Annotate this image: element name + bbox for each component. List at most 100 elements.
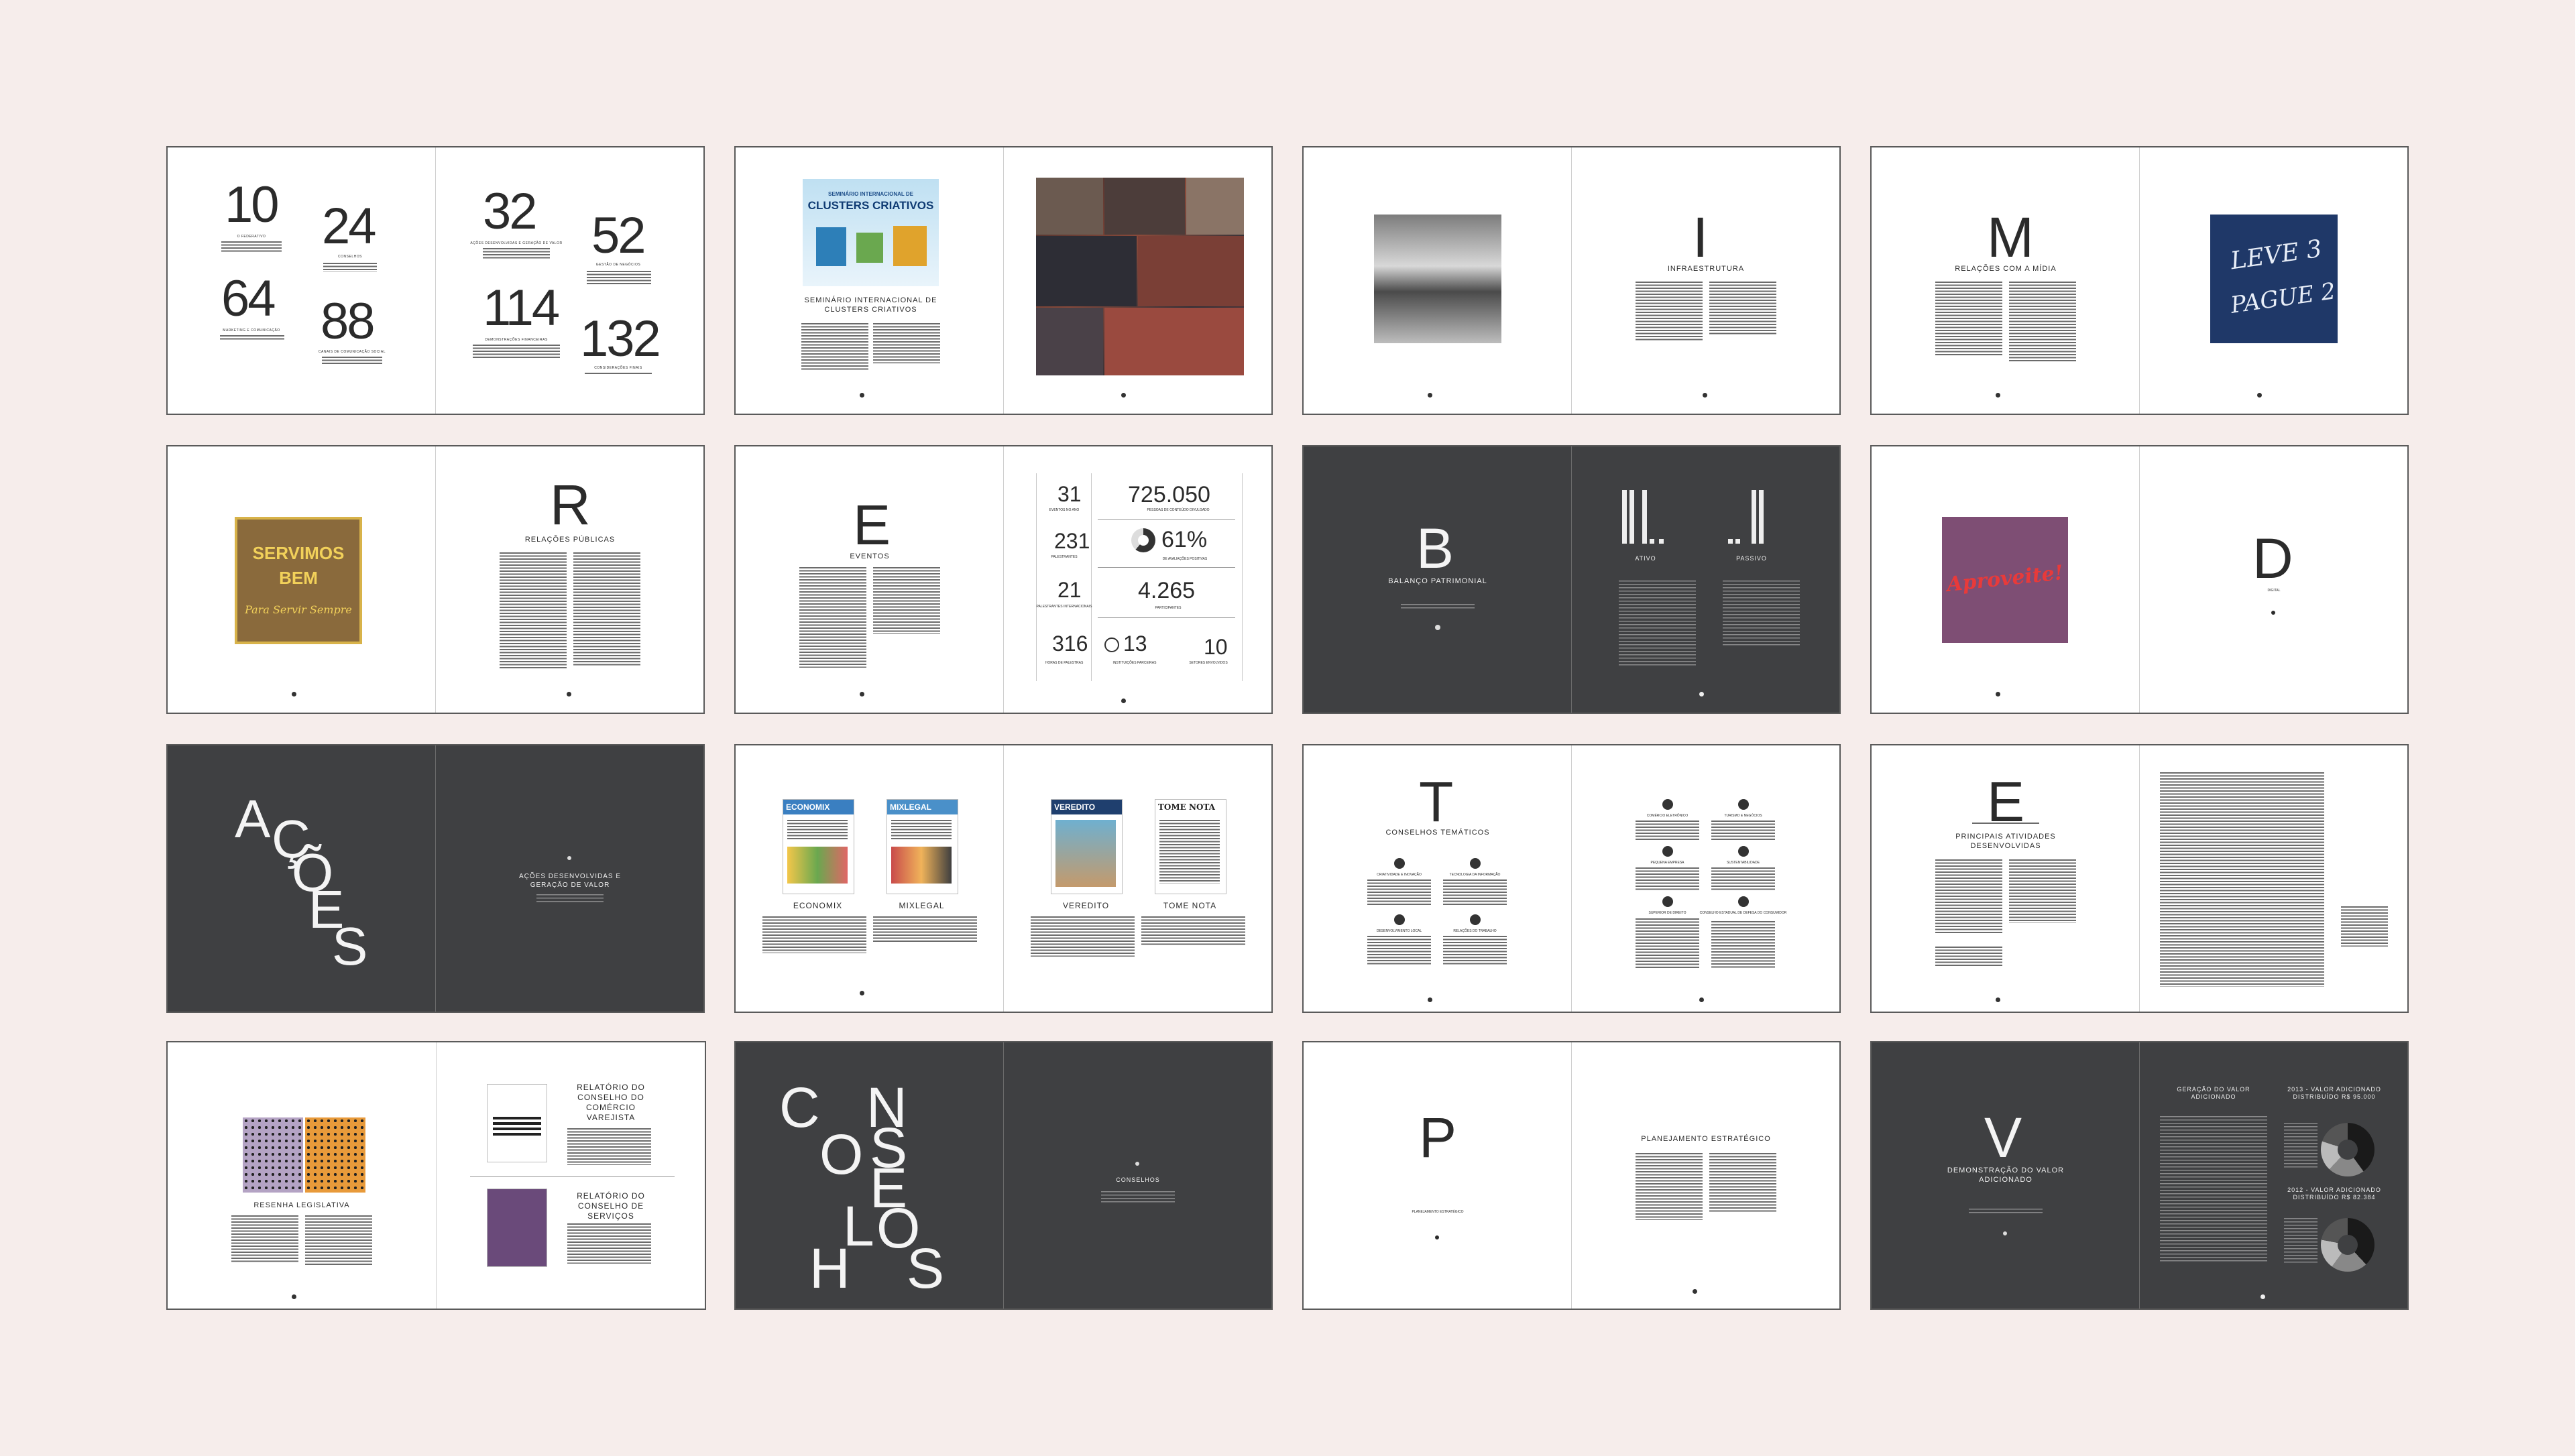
folio-dot [2257,393,2262,398]
council-icon [1470,914,1481,925]
section-title: BALANÇO PATRIMONIAL [1388,577,1487,585]
folio-dot [1121,393,1126,398]
folio-dot [1699,997,1704,1002]
dva-right-page: GERAÇÃO DO VALOR ADICIONADO 2013 - VALOR… [2140,1042,2407,1309]
event-photo-collage [1036,178,1244,375]
section-title: EVENTOS [850,552,890,560]
leve3-ad: LEVE 3 PAGUE 2 [2210,215,2338,343]
text-block [221,241,282,253]
folio-dot [1996,997,2000,1002]
index-label: DEMONSTRAÇÕES FINANCEIRAS [485,338,548,342]
section-letter: E [1987,770,2024,833]
letter-s: S [332,916,367,976]
index-left-page: 10 O FEDERATIVO 24 CONSELHOS 64 MARKETIN… [168,147,436,414]
section-letter: V [1984,1106,2022,1169]
cover-image [787,847,848,884]
infra-right-page: I INFRAESTRUTURA [1572,147,1839,414]
rp-right-page: R RELAÇÕES PÚBLICAS [436,446,703,713]
passivo-bars [1728,490,1764,544]
section-letter: P [1419,1106,1456,1169]
mixlegal-cover: MIXLEGAL [886,799,958,894]
stat-value: 21 [1057,578,1082,602]
text-column [1367,936,1431,966]
index-label: CANAIS DE COMUNICAÇÃO SOCIAL [318,350,386,354]
spread-index: 10 O FEDERATIVO 24 CONSELHOS 64 MARKETIN… [166,146,705,415]
index-label: CONSIDERAÇÕES FINAIS [594,366,642,370]
folio-dot [1428,997,1432,1002]
council-name: TURISMO E NEGÓCIOS [1724,814,1762,818]
pie-2012-icon [2321,1218,2374,1272]
spread-digital: Aproveite! D DIGITAL [1870,445,2409,714]
folio-dot [860,393,864,398]
index-label: MARKETING E COMUNICAÇÃO [223,328,280,332]
text-column [1711,921,1775,968]
stat-value: 316 [1052,631,1088,656]
folio-dot [1121,699,1126,703]
infra-left-page [1304,147,1572,414]
folio [1121,393,1126,398]
section-title: RELAÇÕES COM A MÍDIA [1955,265,2057,273]
conselhos-right-page: CONSELHOS [1004,1042,1271,1309]
folio [1996,692,2000,696]
text-column [1367,879,1431,906]
stat-value: 61% [1161,527,1208,552]
folio [1121,699,1126,703]
index-number: 52 [591,207,646,264]
spread-midia: M RELAÇÕES COM A MÍDIA LEVE 3 PAGUE 2 [1870,146,2409,415]
stat-label: PALESTRANTES INTERNACIONAIS [1036,605,1092,609]
publication-title: VEREDITO [1062,901,1110,910]
pie-legend [2284,1218,2318,1265]
ad-text: PAGUE 2 [2228,278,2338,319]
folio [1428,997,1432,1002]
text-block [585,373,652,375]
stat-value: 231 [1054,529,1090,553]
report-title: RELATÓRIO DO CONSELHO DO COMÉRCIO VAREJI… [577,1083,645,1122]
folio [1693,1289,1697,1294]
folio-dot [1699,692,1704,696]
divider [1098,567,1235,568]
varejista-report-cover [487,1084,547,1162]
portfolio-canvas: { "s1": { "n10": "10", "n24": "24", "n64… [0,0,2575,1456]
tome-nota-cover: TOME NOTA [1155,799,1226,894]
chart-title: 2012 - VALOR ADICIONADO DISTRIBUÍDO R$ 8… [2287,1187,2381,1201]
section-title: RELAÇÕES PÚBLICAS [524,536,616,544]
council-icon [1662,846,1673,857]
folio [1703,393,1707,398]
section-letter: E [853,493,891,556]
table-title: GERAÇÃO DO VALOR ADICIONADO [2177,1086,2250,1101]
section-title: PRINCIPAIS ATIVIDADES DESENVOLVIDAS [1955,833,2056,850]
spread-acoes: A Ç Õ E S AÇÕES DESENVOLVIDAS E GERAÇÃO … [166,744,705,1013]
text-block [787,820,848,840]
text-column [873,567,940,634]
ad-text: Aproveite! [1945,560,2065,597]
index-number: 32 [483,183,538,240]
rp-left-page: SERVIMOS BEM Para Servir Sempre [168,446,436,713]
digital-right-page: D DIGITAL [2140,446,2407,713]
text-column [762,916,866,953]
ad-text: Para Servir Sempre [245,603,352,616]
photo [1186,178,1244,235]
spread-seminar: SEMINÁRIO INTERNACIONAL DE CLUSTERS CRIA… [734,146,1273,415]
section-dot [1435,625,1440,630]
section-letter: R [550,473,591,536]
section-title: CONSELHOS [1116,1176,1160,1183]
text-column [1031,916,1135,957]
ativo-table [1619,581,1696,668]
section-letter: B [1416,517,1454,580]
text-block [1972,823,2039,825]
text-column [873,916,977,943]
spread-planejamento: P PLANEJAMENTO ESTRATÉGICO PLANEJAMENTO … [1302,1041,1841,1310]
stat-label: SETORES ENVOLVIDOS [1189,661,1228,665]
council-name: RELAÇÕES DO TRABALHO [1453,929,1497,933]
photo [1104,308,1244,375]
folio [1699,692,1704,696]
section-title: AÇÕES DESENVOLVIDAS E GERAÇÃO DE VALOR [519,873,621,889]
index-label: O FEDERATIVO [237,235,266,239]
text-column [1935,282,2002,355]
resenha-left-page: RESENHA LEGISLATIVA [168,1042,437,1309]
stat-label: INSTITUIÇÕES PARCEIRAS [1112,661,1157,665]
text-column [1636,282,1703,342]
acoes-right-page: AÇÕES DESENVOLVIDAS E GERAÇÃO DE VALOR [436,745,703,1012]
folio [567,692,571,696]
council-icon [1394,914,1405,925]
